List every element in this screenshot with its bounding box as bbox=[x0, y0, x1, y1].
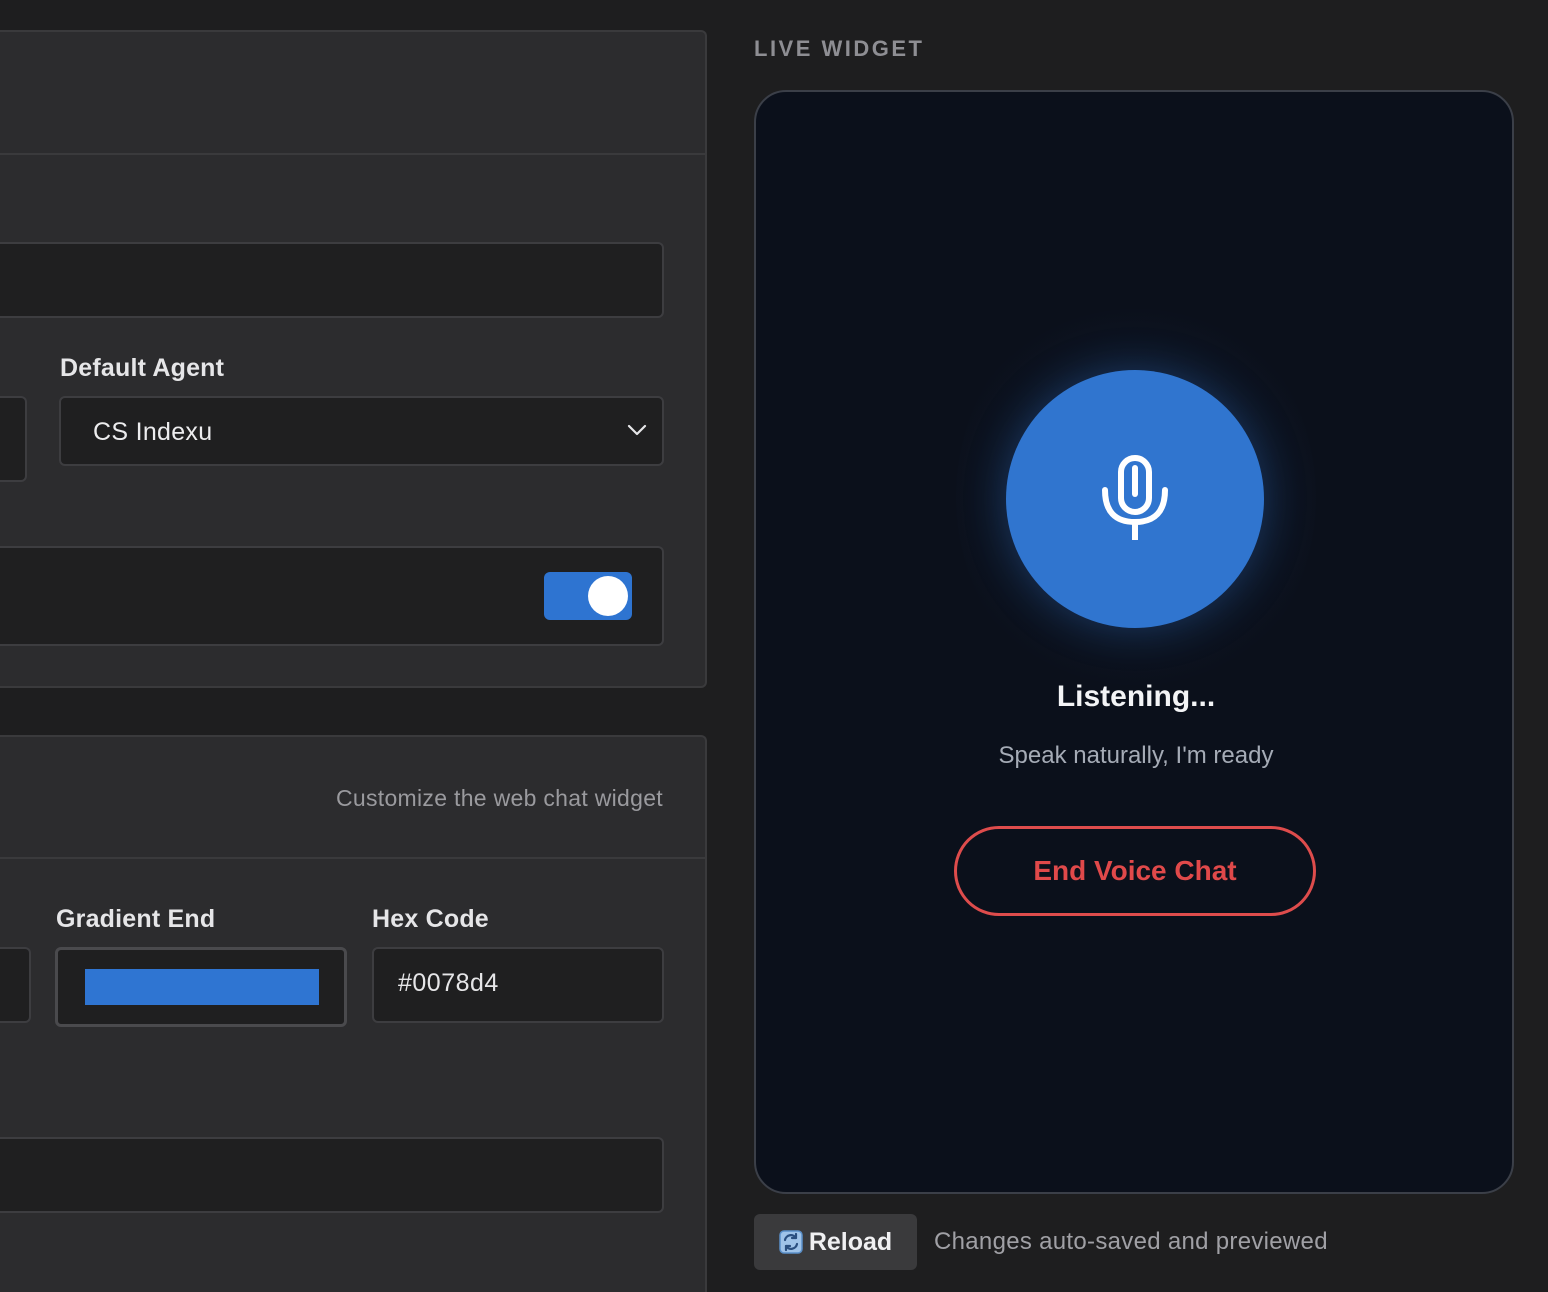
app-root: Default Agent CS Indexu Customize the we… bbox=[0, 0, 1548, 1292]
hex-code-label: Hex Code bbox=[372, 905, 489, 933]
default-agent-select[interactable]: CS Indexu bbox=[59, 396, 664, 466]
chevron-down-icon bbox=[627, 424, 647, 436]
text-input[interactable] bbox=[0, 1137, 664, 1213]
gradient-end-swatch bbox=[85, 969, 319, 1005]
live-widget-title: LIVE WIDGET bbox=[754, 36, 925, 61]
toggle-row bbox=[0, 546, 664, 646]
autosave-status: Changes auto-saved and previewed bbox=[934, 1228, 1328, 1255]
hex-code-input[interactable]: #0078d4 bbox=[372, 947, 664, 1023]
default-agent-label: Default Agent bbox=[60, 354, 225, 382]
card-header-divider bbox=[0, 857, 705, 859]
listening-hint: Speak naturally, I'm ready bbox=[998, 742, 1274, 769]
feature-toggle[interactable] bbox=[544, 572, 632, 620]
card-header-divider bbox=[0, 153, 705, 155]
select-input[interactable] bbox=[0, 396, 27, 482]
listening-status: Listening... bbox=[1056, 680, 1216, 713]
hex-code-value: #0078d4 bbox=[398, 969, 499, 997]
settings-card: Default Agent CS Indexu bbox=[0, 30, 707, 688]
microphone-icon bbox=[1102, 455, 1168, 540]
text-input[interactable] bbox=[0, 242, 664, 318]
default-agent-value: CS Indexu bbox=[93, 418, 213, 446]
gradient-end-color-picker[interactable] bbox=[55, 947, 347, 1027]
live-widget-preview: Listening... Speak naturally, I'm ready … bbox=[754, 90, 1514, 1194]
refresh-icon bbox=[779, 1230, 803, 1254]
gradient-start-swatch[interactable] bbox=[0, 947, 31, 1023]
toggle-knob bbox=[588, 576, 628, 616]
end-voice-chat-button[interactable]: End Voice Chat bbox=[954, 826, 1316, 916]
widget-settings-subtitle: Customize the web chat widget bbox=[335, 785, 663, 811]
reload-button[interactable]: Reload bbox=[754, 1214, 917, 1270]
microphone-button[interactable] bbox=[1006, 370, 1264, 628]
reload-label: Reload bbox=[808, 1227, 893, 1256]
gradient-end-label: Gradient End bbox=[56, 905, 216, 933]
widget-settings-card: Customize the web chat widget Gradient E… bbox=[0, 735, 707, 1292]
